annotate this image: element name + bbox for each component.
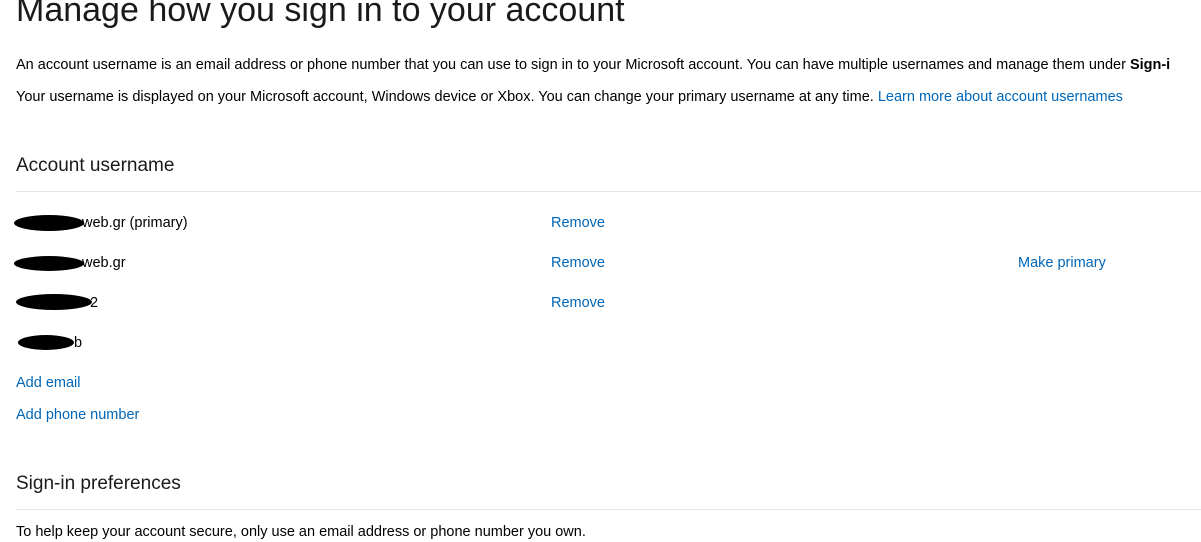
redaction-mark: [14, 215, 84, 231]
learn-more-usernames-link[interactable]: Learn more about account usernames: [878, 89, 1123, 105]
intro-paragraph-2: Your username is displayed on your Micro…: [16, 87, 1123, 107]
username-row-1: web.gr (primary) Remove: [0, 213, 1201, 233]
make-primary-button[interactable]: Make primary: [1018, 253, 1106, 273]
username-row-4: b: [0, 333, 1201, 353]
username-text: web.gr: [82, 255, 126, 271]
intro-text-1: An account username is an email address …: [16, 57, 1130, 73]
divider: [16, 509, 1201, 510]
username-text: web.gr (primary): [82, 215, 188, 231]
username-text: 2: [90, 295, 99, 311]
remove-button[interactable]: Remove: [551, 253, 605, 273]
add-phone-number-link[interactable]: Add phone number: [16, 405, 139, 425]
add-email-link[interactable]: Add email: [16, 373, 80, 393]
redaction-mark: [18, 335, 74, 350]
intro-paragraph-1: An account username is an email address …: [16, 55, 1170, 75]
username-row-3: 2 Remove: [0, 293, 1201, 313]
remove-button[interactable]: Remove: [551, 293, 605, 313]
account-username-heading: Account username: [16, 155, 175, 176]
signin-options-bold: Sign-i: [1129, 57, 1171, 73]
username-text: b: [74, 335, 83, 351]
remove-button[interactable]: Remove: [551, 213, 605, 233]
signin-preferences-heading: Sign-in preferences: [16, 473, 181, 494]
signin-preferences-text: To help keep your account secure, only u…: [16, 524, 586, 540]
page-title: Manage how you sign in to your account: [16, 0, 625, 29]
redaction-mark: [16, 294, 92, 310]
username-row-2: web.gr Remove Make primary: [0, 253, 1201, 273]
redaction-mark: [14, 256, 84, 271]
divider: [16, 191, 1201, 192]
intro-text-2: Your username is displayed on your Micro…: [16, 89, 878, 105]
